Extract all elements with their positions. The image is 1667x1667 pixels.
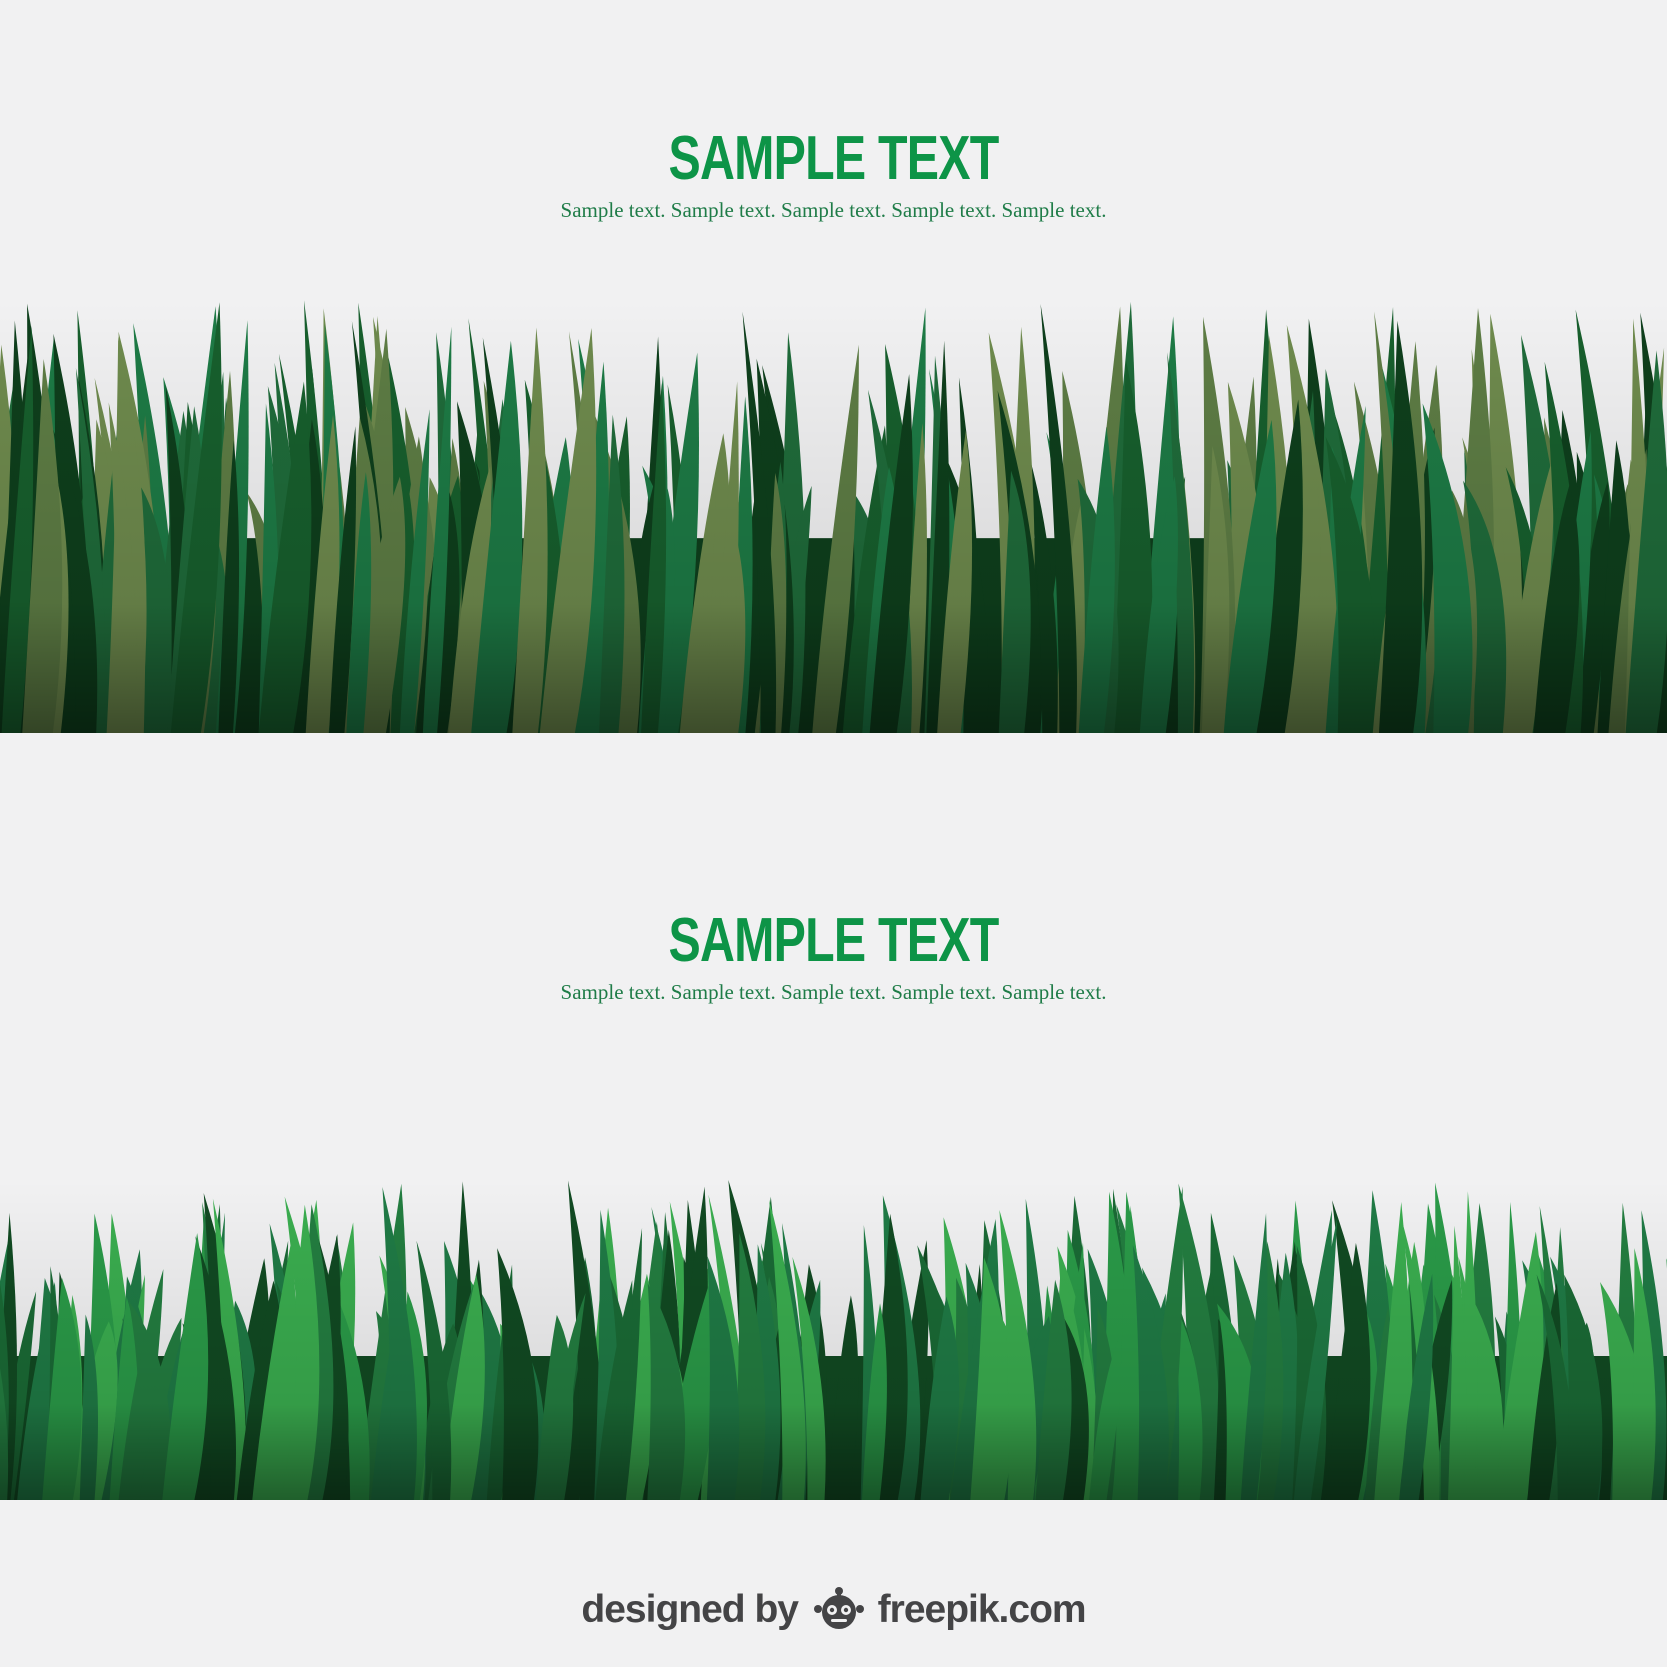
banner-1-subline: Sample text. Sample text. Sample text. S… bbox=[560, 198, 1107, 222]
banner-2-headline: SAMPLE TEXT bbox=[668, 906, 1000, 975]
banner-1-headline: SAMPLE TEXT bbox=[668, 124, 1000, 193]
grass-shading bbox=[0, 1180, 1667, 1500]
banner-2-subline: Sample text. Sample text. Sample text. S… bbox=[560, 980, 1107, 1004]
credit-brand: freepik.com bbox=[877, 1588, 1087, 1631]
grass-shading bbox=[0, 300, 1667, 733]
banner-2-grass-illustration bbox=[0, 1180, 1667, 1500]
banner-2-text: SAMPLE TEXT Sample text. Sample text. Sa… bbox=[0, 910, 1667, 1005]
credit-prefix: designed by bbox=[581, 1588, 799, 1631]
freepik-credit: designed by freepik.com bbox=[0, 1586, 1667, 1635]
banner-1-text: SAMPLE TEXT Sample text. Sample text. Sa… bbox=[0, 128, 1667, 223]
freepik-logo-icon bbox=[813, 1586, 864, 1629]
banner-1-grass-illustration bbox=[0, 300, 1667, 733]
